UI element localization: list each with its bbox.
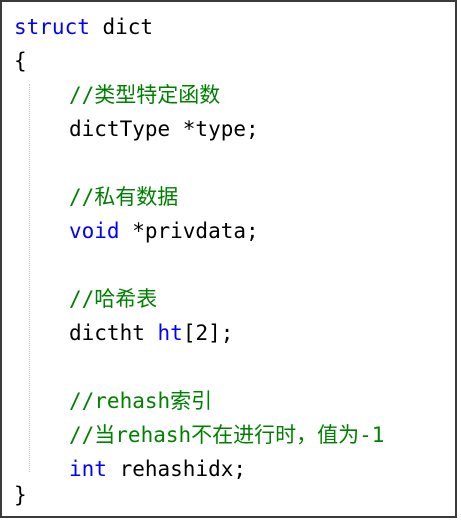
struct-name: dict: [89, 15, 154, 39]
code-line-struct-declaration: struct dict: [14, 12, 153, 42]
keyword-struct: struct: [14, 15, 90, 39]
comment-rehash-value: //当rehash不在进行时，值为-1: [69, 423, 385, 447]
rehashidx-declaration: rehashidx;: [106, 457, 247, 481]
code-line-type: dictType *type;: [69, 117, 259, 141]
close-brace: }: [14, 483, 27, 507]
ht-member: ht: [157, 321, 183, 345]
ht-array-size: [2];: [182, 321, 234, 345]
code-line-privdata: void *privdata;: [69, 216, 259, 246]
open-brace: {: [14, 49, 27, 73]
comment-type: //类型特定函数: [69, 83, 221, 107]
privdata-declaration: *privdata;: [119, 219, 259, 243]
code-line-ht: dictht ht[2];: [69, 318, 233, 348]
code-block: struct dict { //类型特定函数 dictType *type; /…: [0, 0, 457, 518]
comment-privdata: //私有数据: [69, 185, 179, 209]
keyword-int: int: [69, 457, 107, 481]
comment-ht: //哈希表: [69, 287, 158, 311]
comment-rehash-index: //rehash索引: [69, 389, 213, 413]
keyword-void: void: [69, 219, 120, 243]
code-line-rehashidx: int rehashidx;: [69, 454, 246, 484]
ht-type: dictht: [69, 321, 158, 345]
indent-guide: [29, 84, 30, 472]
